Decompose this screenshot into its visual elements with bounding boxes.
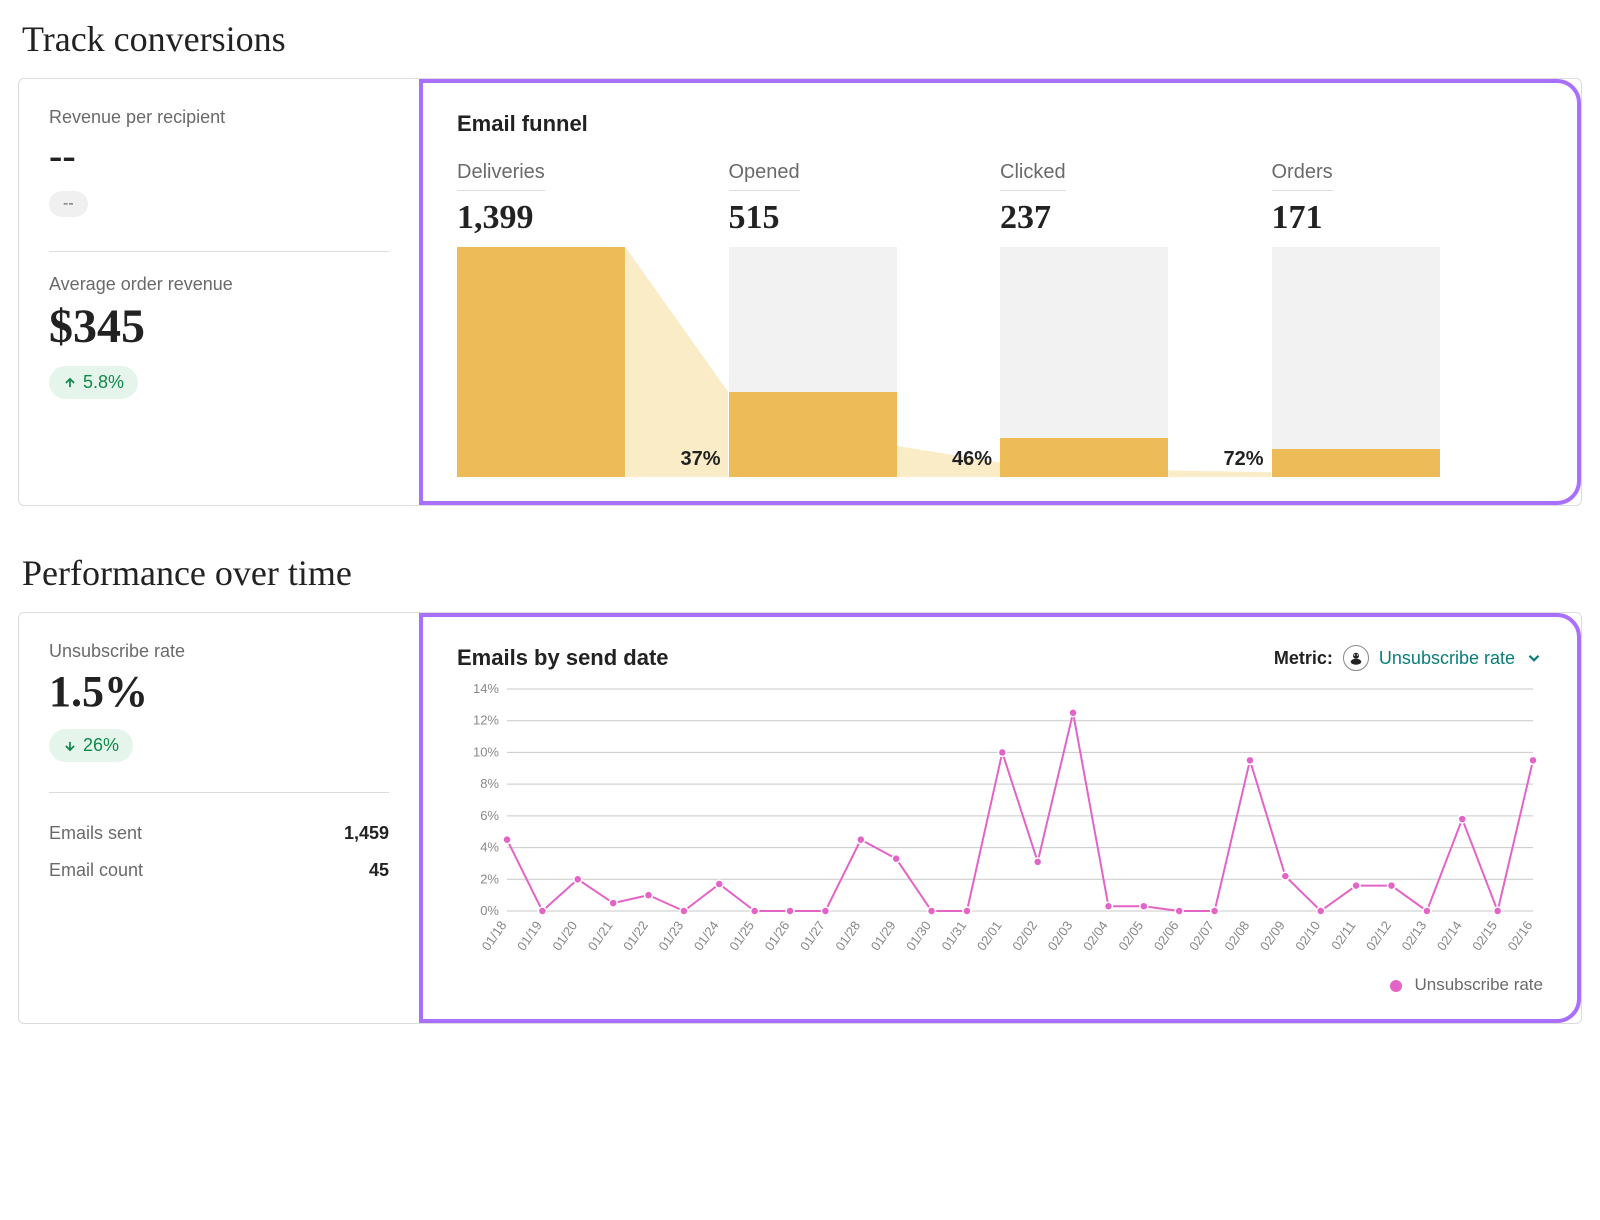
svg-text:01/18: 01/18 <box>479 918 510 953</box>
svg-text:2%: 2% <box>480 871 499 886</box>
funnel-stage-labels: Deliveries 1,399 Opened 515 Clicked 237 … <box>457 161 1543 237</box>
svg-text:8%: 8% <box>480 776 499 791</box>
svg-text:02/04: 02/04 <box>1080 918 1111 953</box>
metric-selector[interactable]: Metric: Unsubscribe rate <box>1274 645 1543 671</box>
svg-text:01/25: 01/25 <box>726 918 757 953</box>
svg-text:01/31: 01/31 <box>938 918 969 953</box>
svg-text:01/22: 01/22 <box>620 918 651 953</box>
email-count-row: Email count 45 <box>49 852 389 889</box>
perf-left-panel: Unsubscribe rate 1.5% 26% Emails sent 1,… <box>19 613 419 1023</box>
performance-title: Performance over time <box>22 552 1582 594</box>
svg-text:02/07: 02/07 <box>1186 918 1217 953</box>
svg-text:01/27: 01/27 <box>797 918 828 953</box>
svg-text:02/01: 02/01 <box>974 918 1005 953</box>
svg-text:02/10: 02/10 <box>1292 918 1323 953</box>
track-conversions-title: Track conversions <box>22 18 1582 60</box>
svg-text:14%: 14% <box>473 681 499 696</box>
performance-card: Unsubscribe rate 1.5% 26% Emails sent 1,… <box>18 612 1582 1024</box>
perf-chart-title: Emails by send date <box>457 645 669 671</box>
chevron-down-icon <box>1525 649 1543 667</box>
line-chart: 0%2%4%6%8%10%12%14%01/1801/1901/2001/210… <box>457 681 1543 961</box>
svg-text:02/03: 02/03 <box>1045 918 1076 953</box>
svg-text:01/24: 01/24 <box>691 918 722 953</box>
funnel-stage-value: 1,399 <box>457 199 534 236</box>
mailchimp-icon <box>1343 645 1369 671</box>
svg-text:01/20: 01/20 <box>549 918 580 953</box>
svg-text:10%: 10% <box>473 744 499 759</box>
divider <box>49 251 389 252</box>
svg-text:6%: 6% <box>480 808 499 823</box>
svg-text:02/14: 02/14 <box>1434 918 1465 953</box>
svg-text:02/06: 02/06 <box>1151 918 1182 953</box>
svg-text:02/15: 02/15 <box>1469 918 1500 953</box>
email-count-label: Email count <box>49 860 143 881</box>
svg-text:01/28: 01/28 <box>832 918 863 953</box>
svg-text:02/09: 02/09 <box>1257 918 1288 953</box>
funnel-stage-label: Opened <box>729 161 800 191</box>
emails-sent-value: 1,459 <box>344 823 389 844</box>
line-chart-legend: Unsubscribe rate <box>457 975 1543 995</box>
svg-text:01/29: 01/29 <box>868 918 899 953</box>
unsub-delta-text: 26% <box>83 735 119 756</box>
svg-text:02/11: 02/11 <box>1328 918 1358 952</box>
svg-text:02/12: 02/12 <box>1363 918 1394 953</box>
svg-text:01/21: 01/21 <box>585 918 616 953</box>
funnel-panel: Email funnel Deliveries 1,399 Opened 515… <box>419 79 1581 505</box>
metric-selector-value: Unsubscribe rate <box>1379 648 1515 669</box>
rev-per-recipient-badge: -- <box>49 191 88 217</box>
avg-order-delta-badge: 5.8% <box>49 366 138 399</box>
rev-per-recipient-value: -- <box>49 132 389 179</box>
arrow-up-icon <box>63 376 77 390</box>
svg-text:0%: 0% <box>480 903 499 918</box>
svg-text:12%: 12% <box>473 713 499 728</box>
svg-text:02/08: 02/08 <box>1221 918 1252 953</box>
metric-selector-label: Metric: <box>1274 648 1333 669</box>
svg-text:02/05: 02/05 <box>1115 918 1146 953</box>
emails-sent-row: Emails sent 1,459 <box>49 815 389 852</box>
track-left-panel: Revenue per recipient -- -- Average orde… <box>19 79 419 505</box>
track-conversions-card: Revenue per recipient -- -- Average orde… <box>18 78 1582 506</box>
arrow-down-icon <box>63 739 77 753</box>
legend-dot-icon <box>1390 980 1402 992</box>
avg-order-delta-text: 5.8% <box>83 372 124 393</box>
svg-text:01/23: 01/23 <box>655 918 686 953</box>
perf-chart-panel: Emails by send date Metric: Unsubscribe … <box>419 613 1581 1023</box>
funnel-stage-label: Clicked <box>1000 161 1066 191</box>
funnel-conversion-pct: 46% <box>897 448 992 471</box>
funnel-chart: 37% 46% 72% <box>457 247 1543 477</box>
emails-sent-label: Emails sent <box>49 823 142 844</box>
funnel-conversion-pct: 72% <box>1168 448 1263 471</box>
avg-order-value: $345 <box>49 299 389 354</box>
svg-text:01/26: 01/26 <box>762 918 793 953</box>
svg-text:01/30: 01/30 <box>903 918 934 953</box>
svg-text:01/19: 01/19 <box>514 918 545 953</box>
funnel-stage-value: 515 <box>729 199 780 236</box>
svg-text:02/16: 02/16 <box>1505 918 1536 953</box>
svg-text:02/02: 02/02 <box>1009 918 1040 953</box>
funnel-title: Email funnel <box>457 111 1543 137</box>
funnel-stage-label: Orders <box>1272 161 1333 191</box>
rev-per-recipient-label: Revenue per recipient <box>49 107 389 128</box>
unsub-delta-badge: 26% <box>49 729 133 762</box>
divider <box>49 792 389 793</box>
svg-text:02/13: 02/13 <box>1398 918 1429 953</box>
funnel-stage-value: 171 <box>1272 199 1323 236</box>
unsub-value: 1.5% <box>49 666 389 717</box>
legend-label: Unsubscribe rate <box>1414 975 1543 994</box>
unsub-label: Unsubscribe rate <box>49 641 389 662</box>
svg-text:4%: 4% <box>480 840 499 855</box>
avg-order-label: Average order revenue <box>49 274 389 295</box>
funnel-stage-label: Deliveries <box>457 161 545 191</box>
funnel-stage-value: 237 <box>1000 199 1051 236</box>
email-count-value: 45 <box>369 860 389 881</box>
funnel-conversion-pct: 37% <box>625 448 720 471</box>
